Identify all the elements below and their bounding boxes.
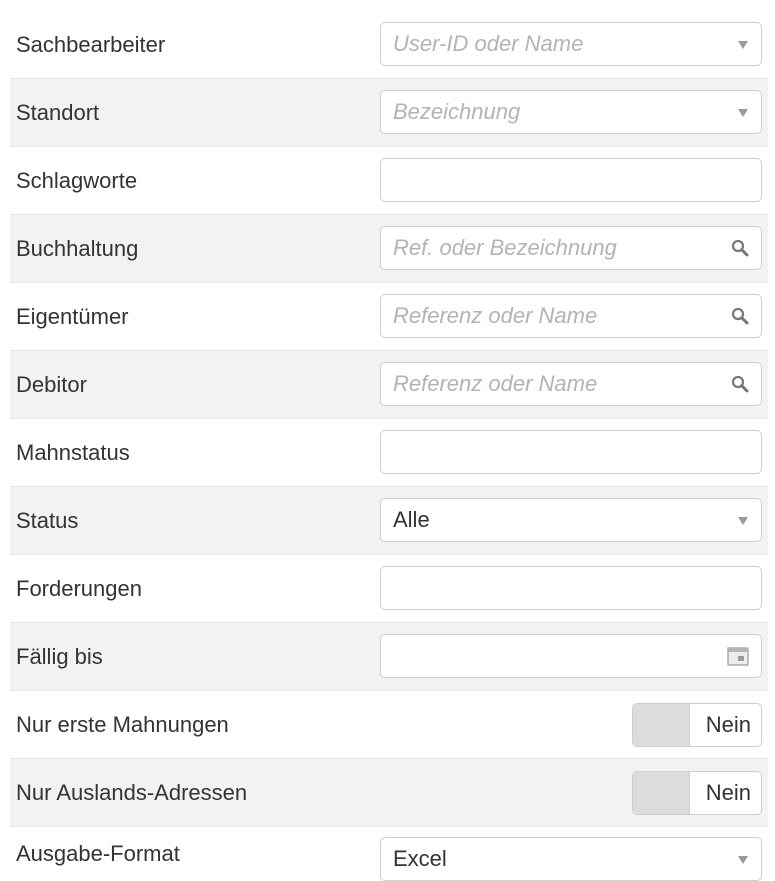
toggle-knob: [633, 772, 690, 814]
toggle-knob: [633, 704, 690, 746]
ausgabe-format-value: Excel: [393, 846, 447, 871]
nur-erste-mahnungen-label: Nur erste Mahnungen: [16, 711, 229, 737]
ausgabe-format-label: Ausgabe-Format: [16, 841, 180, 866]
schlagworte-input[interactable]: [380, 158, 762, 202]
row-debitor: Debitor Referenz oder Name: [10, 351, 768, 419]
row-standort: Standort Bezeichnung: [10, 79, 768, 147]
row-eigentuemer: Eigentümer Referenz oder Name: [10, 283, 768, 351]
debitor-placeholder: Referenz oder Name: [393, 371, 598, 396]
nur-erste-mahnungen-value: Nein: [705, 712, 751, 737]
search-icon[interactable]: [730, 238, 750, 258]
status-value: Alle: [393, 507, 430, 532]
standort-label: Standort: [16, 99, 100, 125]
eigentuemer-search-input[interactable]: Referenz oder Name: [380, 294, 762, 338]
row-status: Status Alle: [10, 487, 768, 555]
calendar-icon[interactable]: [726, 644, 750, 668]
eigentuemer-label: Eigentümer: [16, 303, 129, 329]
status-select[interactable]: Alle: [380, 498, 762, 542]
row-nur-erste-mahnungen: Nur erste Mahnungen Nein: [10, 691, 768, 759]
search-icon[interactable]: [730, 374, 750, 394]
nur-erste-mahnungen-toggle[interactable]: Nein: [632, 703, 762, 747]
row-sachbearbeiter: Sachbearbeiter User-ID oder Name: [10, 11, 768, 79]
filter-form: Sachbearbeiter User-ID oder Name Standor…: [0, 0, 775, 881]
debitor-search-input[interactable]: Referenz oder Name: [380, 362, 762, 406]
chevron-down-icon: [738, 517, 748, 525]
mahnstatus-label: Mahnstatus: [16, 439, 130, 465]
row-schlagworte: Schlagworte: [10, 147, 768, 215]
mahnstatus-input[interactable]: [380, 430, 762, 474]
row-ausgabe-format: Ausgabe-Format Excel: [10, 827, 768, 881]
sachbearbeiter-label: Sachbearbeiter: [16, 31, 166, 57]
standort-select[interactable]: Bezeichnung: [380, 90, 762, 134]
nur-auslands-adressen-value: Nein: [705, 780, 751, 805]
sachbearbeiter-placeholder: User-ID oder Name: [393, 31, 584, 56]
faellig-bis-date-input[interactable]: [380, 634, 762, 678]
nur-auslands-adressen-toggle[interactable]: Nein: [632, 771, 762, 815]
status-label: Status: [16, 507, 79, 533]
forderungen-label: Forderungen: [16, 575, 142, 601]
row-buchhaltung: Buchhaltung Ref. oder Bezeichnung: [10, 215, 768, 283]
schlagworte-label: Schlagworte: [16, 167, 138, 193]
buchhaltung-label: Buchhaltung: [16, 235, 139, 261]
standort-placeholder: Bezeichnung: [393, 99, 521, 124]
search-icon[interactable]: [730, 306, 750, 326]
ausgabe-format-select[interactable]: Excel: [380, 837, 762, 881]
row-mahnstatus: Mahnstatus: [10, 419, 768, 487]
chevron-down-icon: [738, 856, 748, 864]
faellig-bis-label: Fällig bis: [16, 643, 103, 669]
buchhaltung-search-input[interactable]: Ref. oder Bezeichnung: [380, 226, 762, 270]
row-faellig-bis: Fällig bis: [10, 623, 768, 691]
forderungen-input[interactable]: [380, 566, 762, 610]
sachbearbeiter-select[interactable]: User-ID oder Name: [380, 22, 762, 66]
debitor-label: Debitor: [16, 371, 87, 397]
buchhaltung-placeholder: Ref. oder Bezeichnung: [393, 235, 617, 260]
nur-auslands-adressen-label: Nur Auslands-Adressen: [16, 779, 248, 805]
row-forderungen: Forderungen: [10, 555, 768, 623]
eigentuemer-placeholder: Referenz oder Name: [393, 303, 598, 328]
chevron-down-icon: [738, 41, 748, 49]
row-nur-auslands-adressen: Nur Auslands-Adressen Nein: [10, 759, 768, 827]
chevron-down-icon: [738, 109, 748, 117]
